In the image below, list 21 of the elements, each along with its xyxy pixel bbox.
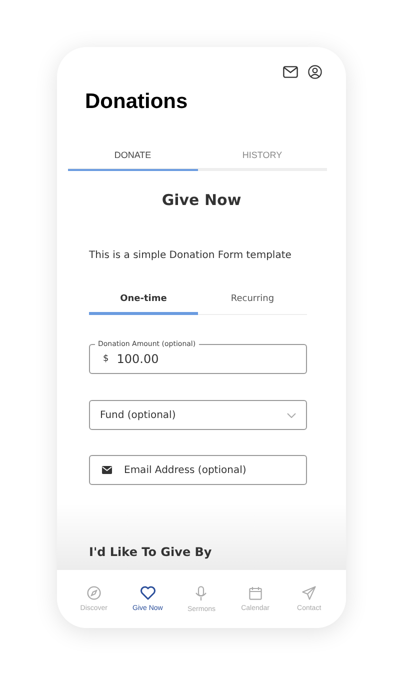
- form-description: This is a simple Donation Form template: [89, 250, 292, 261]
- profile-icon[interactable]: [308, 65, 322, 79]
- tab[interactable]: HISTORY: [198, 150, 327, 171]
- page-title: Donations: [85, 90, 189, 114]
- chevron-down-icon: [287, 412, 296, 418]
- heart-icon: [140, 586, 156, 600]
- amount-value: 100.00: [116, 352, 159, 366]
- form-title: Give Now: [160, 191, 242, 209]
- frequency-tab[interactable]: Recurring: [198, 294, 307, 315]
- envelope-icon: [102, 466, 112, 474]
- paper-plane-icon: [302, 586, 316, 600]
- calendar-icon: [248, 586, 262, 600]
- compass-icon: [86, 586, 101, 600]
- currency-symbol: $: [103, 354, 109, 364]
- email-field[interactable]: Email Address (optional): [89, 455, 307, 485]
- tab[interactable]: DONATE: [68, 150, 198, 171]
- fund-select[interactable]: Fund (optional): [89, 400, 307, 430]
- section-title: I'd Like To Give By: [89, 545, 212, 559]
- mail-icon[interactable]: [283, 66, 298, 78]
- microphone-icon: [195, 586, 208, 600]
- frequency-tab[interactable]: One-time: [89, 294, 198, 315]
